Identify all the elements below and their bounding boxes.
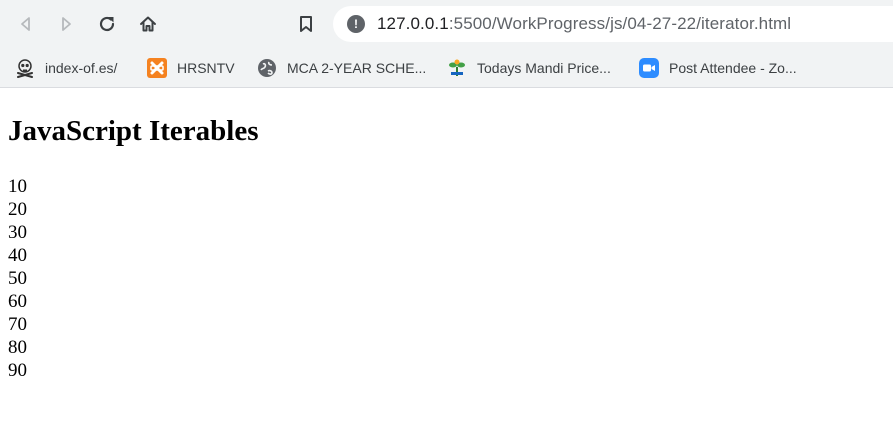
output-line: 80 [8, 337, 27, 358]
bookmark-item-hrsntv[interactable]: HRSNTV [147, 54, 235, 82]
info-icon[interactable]: ! [347, 15, 365, 33]
forward-arrow-icon [62, 17, 71, 31]
xampp-logo-icon [147, 58, 167, 78]
url-path: :5500/WorkProgress/js/04-27-22/iterator.… [448, 14, 792, 33]
reload-button[interactable] [93, 10, 121, 38]
output-line: 40 [8, 245, 27, 266]
bookmark-item-mca[interactable]: MCA 2-YEAR SCHE... [257, 54, 426, 82]
bookmark-label: Todays Mandi Price... [477, 60, 611, 76]
bookmark-label: index-of.es/ [45, 60, 118, 76]
output-line: 10 [8, 176, 27, 197]
home-icon [140, 16, 156, 32]
browser-toolbar: ! 127.0.0.1:5500/WorkProgress/js/04-27-2… [0, 0, 893, 48]
reload-icon [99, 16, 115, 32]
bookmarks-bar: index-of.es/ HRSNTV MCA 2-YEAR SCHE... T… [0, 48, 893, 88]
skull-crossbones-icon [15, 58, 35, 78]
bookmark-item-mandi[interactable]: Todays Mandi Price... [447, 54, 611, 82]
output-line: 30 [8, 222, 27, 243]
plant-logo-icon [447, 58, 467, 78]
url-text[interactable]: 127.0.0.1:5500/WorkProgress/js/04-27-22/… [377, 14, 791, 34]
output-line: 60 [8, 291, 27, 312]
bookmark-label: Post Attendee - Zo... [669, 60, 797, 76]
bookmark-label: MCA 2-YEAR SCHE... [287, 60, 427, 76]
output-line: 90 [8, 360, 27, 381]
back-button[interactable] [12, 10, 40, 38]
bookmark-page-button[interactable] [292, 10, 320, 38]
bookmark-item-zoom[interactable]: Post Attendee - Zo... [639, 54, 797, 82]
page-heading: JavaScript Iterables [8, 115, 259, 147]
globe-icon [257, 58, 277, 78]
page-content: JavaScript Iterables 10 20 30 40 50 60 7… [8, 89, 893, 427]
zoom-video-icon [639, 58, 659, 78]
bookmark-item-index-of[interactable]: index-of.es/ [15, 54, 117, 82]
url-host: 127.0.0.1 [377, 14, 449, 33]
back-arrow-icon [21, 17, 30, 31]
address-bar[interactable]: ! 127.0.0.1:5500/WorkProgress/js/04-27-2… [333, 6, 893, 42]
iterable-output: 10 20 30 40 50 60 70 80 90 [8, 175, 27, 382]
bookmark-label: HRSNTV [177, 60, 235, 76]
output-line: 20 [8, 199, 27, 220]
bookmark-icon [300, 16, 312, 32]
home-button[interactable] [134, 10, 162, 38]
output-line: 70 [8, 314, 27, 335]
forward-button[interactable] [52, 10, 80, 38]
output-line: 50 [8, 268, 27, 289]
